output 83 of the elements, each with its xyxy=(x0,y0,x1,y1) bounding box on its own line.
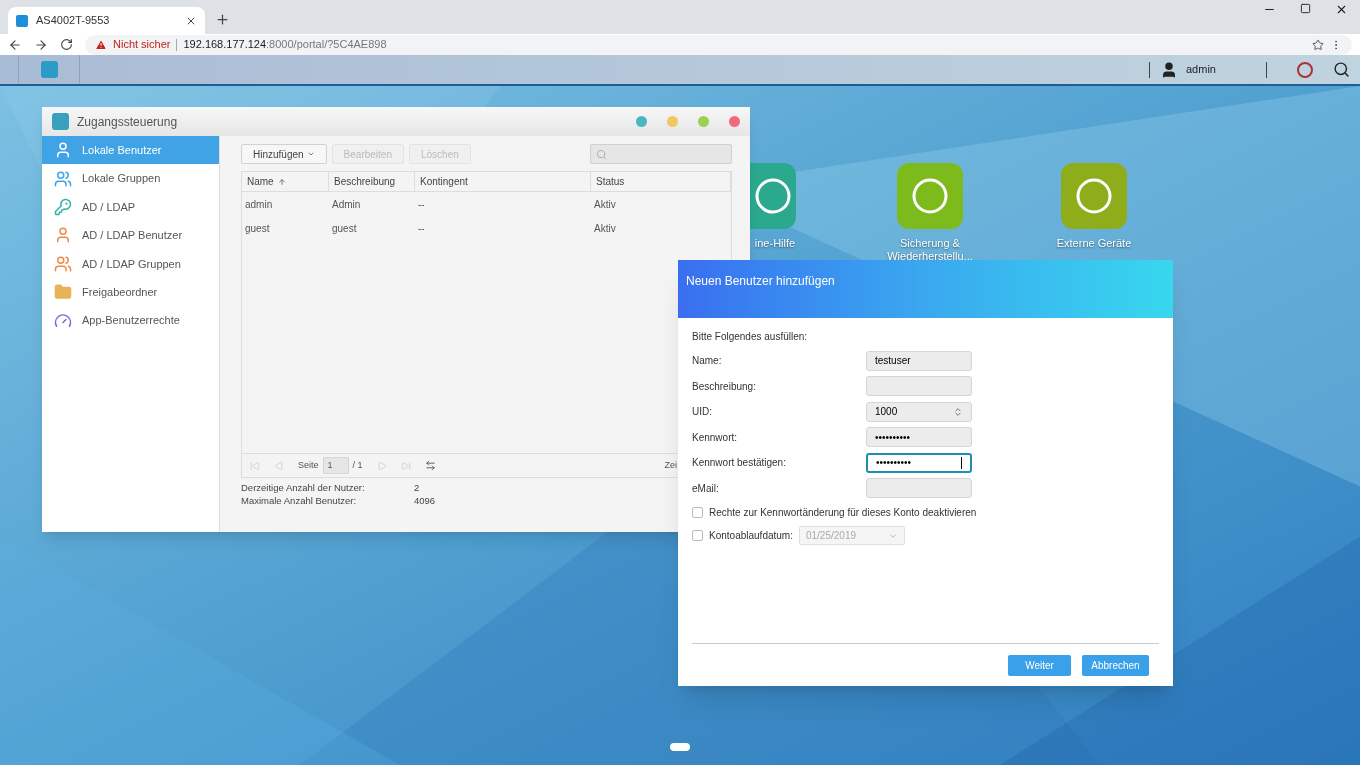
window-control[interactable] xyxy=(667,116,678,127)
field-label: UID: xyxy=(692,405,713,420)
reload-icon[interactable] xyxy=(60,38,73,51)
input-field[interactable] xyxy=(866,478,972,499)
number-field[interactable]: 1000 xyxy=(866,401,972,422)
security-label: Nicht sicher xyxy=(113,37,171,53)
table-cell-text: guest xyxy=(244,222,271,237)
table-cell-text: guest xyxy=(331,222,358,237)
sidebar-item[interactable]: AD / LDAP Gruppen xyxy=(42,249,219,278)
sidebar-item[interactable]: AD / LDAP xyxy=(42,192,219,222)
column-header[interactable]: Name xyxy=(242,172,329,191)
checkbox[interactable] xyxy=(692,507,703,518)
window-control[interactable] xyxy=(698,116,709,127)
window-control[interactable] xyxy=(636,116,647,127)
page-field[interactable]: 1 xyxy=(322,457,349,474)
pager-info: Zei xyxy=(664,458,677,472)
table-cell-text: -- xyxy=(417,197,426,212)
url-text: 192.168.177.124:8000/portal/?5C4AE898 xyxy=(183,37,387,53)
app-icon xyxy=(52,113,69,130)
checkbox-label: Rechte zur Kennwortänderung für dieses Konto deaktivieren xyxy=(709,506,977,520)
table-cell-text: -- xyxy=(417,222,426,237)
stat-value: 2 xyxy=(414,481,420,494)
search-icon xyxy=(596,148,607,160)
field-label: eMail: xyxy=(692,481,720,496)
search-field[interactable] xyxy=(590,144,732,164)
search-icon[interactable] xyxy=(1333,61,1350,78)
column-header[interactable]: Status xyxy=(591,172,731,191)
dock-handle[interactable] xyxy=(670,743,690,751)
new-tab-icon[interactable] xyxy=(215,12,230,27)
table-cell-text: Aktiv xyxy=(593,197,617,212)
input-field[interactable]: testuser xyxy=(866,350,972,371)
tab-title: AS4002T-9553 xyxy=(36,13,111,29)
field-label: Kennwort: xyxy=(692,430,739,445)
sidebar-item[interactable]: AD / LDAP Benutzer xyxy=(42,221,219,250)
back-icon[interactable] xyxy=(8,37,22,52)
toolbar-button[interactable]: Hinzufügen xyxy=(241,144,327,164)
table-cell-text: admin xyxy=(244,197,274,212)
window-title: Zugangssteuerung xyxy=(77,113,179,131)
stat-value: 4096 xyxy=(414,494,436,507)
stat-label: Maximale Anzahl Benutzer: xyxy=(241,494,358,507)
sidebar-item[interactable]: Freigabeordner xyxy=(42,277,219,307)
app-label: Externe Geräte xyxy=(1055,237,1133,250)
password-field[interactable]: •••••••••• xyxy=(866,452,972,473)
sidebar-icon xyxy=(54,141,72,160)
checkbox[interactable] xyxy=(692,530,703,541)
bookmark-star-icon[interactable] xyxy=(1312,38,1324,51)
password-field[interactable]: •••••••••• xyxy=(866,427,972,448)
app-label: ine-Hilfe xyxy=(753,237,797,250)
app-icon[interactable] xyxy=(1061,163,1127,229)
user-name[interactable]: admin xyxy=(1186,61,1266,78)
table-cell-text: Aktiv xyxy=(593,222,617,237)
address-bar[interactable]: Nicht sicher 192.168.177.124:8000/portal/?5C4AE898 xyxy=(85,34,1352,55)
intro-text: Bitte Folgendes ausfüllen: xyxy=(692,330,809,344)
window-control[interactable] xyxy=(729,116,740,127)
refresh-icon[interactable] xyxy=(424,460,436,471)
app-label: Sicherung & Wiederherstellu... xyxy=(886,237,974,263)
field-label: Kennwort bestätigen: xyxy=(692,456,787,471)
sidebar-item[interactable]: Lokale Gruppen xyxy=(42,164,219,193)
stat-label: Derzeitige Anzahl der Nutzer: xyxy=(241,481,366,494)
spinner-icon[interactable] xyxy=(953,406,963,417)
table-cell-text: Admin xyxy=(331,197,362,212)
sort-icon xyxy=(277,177,286,186)
page-total: / 1 xyxy=(352,458,363,472)
favicon-icon xyxy=(16,14,28,27)
user-icon[interactable] xyxy=(1160,60,1178,79)
column-header[interactable]: Kontingent xyxy=(415,172,591,191)
maximize-icon[interactable] xyxy=(1300,3,1311,14)
page-label: Seite xyxy=(298,458,319,472)
close-icon[interactable] xyxy=(1335,3,1348,16)
field-label: Name: xyxy=(692,354,723,369)
forward-icon[interactable] xyxy=(34,37,48,52)
dialog-title: Neuen Benutzer hinzufügen xyxy=(686,274,835,288)
checkbox-label: Kontoablaufdatum: xyxy=(709,529,793,543)
warning-icon xyxy=(95,38,107,51)
field-label: Beschreibung: xyxy=(692,379,757,394)
app-icon[interactable] xyxy=(40,61,58,78)
app-icon[interactable] xyxy=(897,163,963,229)
sidebar-item[interactable]: App-Benutzerrechte xyxy=(42,306,219,335)
caret-icon xyxy=(306,150,315,158)
app-icon[interactable] xyxy=(750,163,796,229)
browser-tab[interactable]: AS4002T-9553 xyxy=(8,7,205,34)
input-field[interactable] xyxy=(866,376,972,397)
column-header[interactable]: Beschreibung xyxy=(329,172,415,191)
